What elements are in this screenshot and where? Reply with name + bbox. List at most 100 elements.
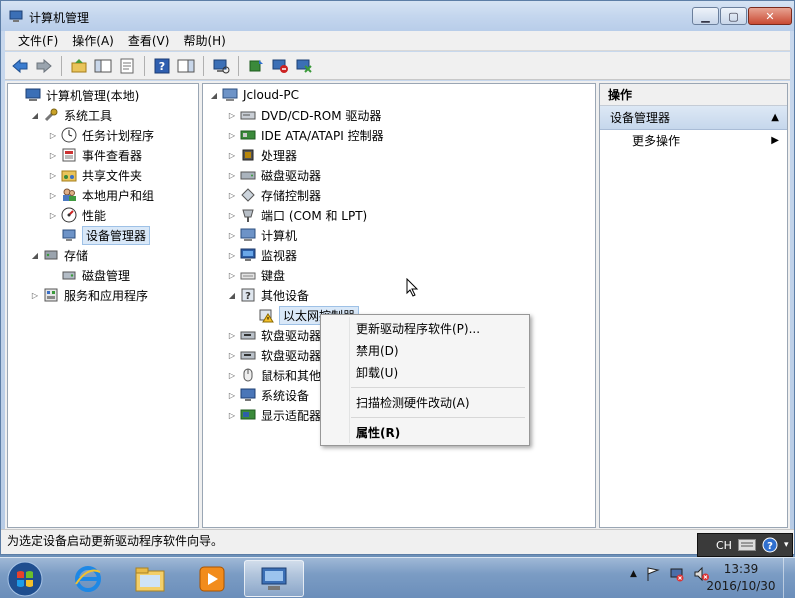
device-category-label: 软盘驱动器: [261, 328, 322, 343]
collapse-arrow-icon[interactable]: ◢: [30, 245, 40, 265]
expand-arrow-icon[interactable]: ▷: [30, 285, 40, 305]
show-tree-icon[interactable]: [92, 55, 114, 77]
device-category[interactable]: ▷ 磁盘驱动器: [227, 165, 321, 185]
more-actions-item[interactable]: 更多操作 ▶: [600, 130, 787, 152]
ime-language[interactable]: CH: [716, 539, 732, 552]
clock[interactable]: 13:39 2016/10/30: [706, 561, 776, 595]
expand-arrow-icon[interactable]: ▷: [227, 365, 237, 385]
console-tree-pane[interactable]: 计算机管理(本地) ◢ 系统工具 ▷ 任务计划程序 ▷ 事件查看器 ▷ 共享文件夹 ▷ 本地用户和组…: [7, 83, 199, 528]
help-icon[interactable]: ?: [762, 537, 778, 553]
menu-help[interactable]: 帮助(H): [176, 32, 232, 49]
uninstall-device-icon[interactable]: [293, 55, 315, 77]
expand-arrow-icon[interactable]: ▷: [227, 405, 237, 425]
taskbar-media-player[interactable]: [182, 560, 242, 597]
tree-item[interactable]: ▷ 任务计划程序: [48, 125, 154, 145]
keyboard-icon[interactable]: [737, 539, 756, 551]
tree-item[interactable]: 设备管理器: [48, 225, 151, 245]
collapse-arrow-icon[interactable]: ◢: [227, 285, 237, 305]
taskbar-explorer[interactable]: [120, 560, 180, 597]
device-tree-pane[interactable]: ◢ Jcloud-PC ▷ DVD/CD-ROM 驱动器 ▷ IDE ATA/ATAP…: [202, 83, 596, 528]
language-bar[interactable]: CH ? ▾: [697, 533, 793, 557]
expand-arrow-icon[interactable]: ▷: [227, 125, 237, 145]
collapse-arrow-icon[interactable]: ◢: [209, 85, 219, 105]
tree-item-label: 本地用户和组: [82, 188, 155, 203]
device-category[interactable]: ▷ 存储控制器: [227, 185, 321, 205]
collapse-triangle-icon[interactable]: ▲: [771, 106, 779, 130]
device-category[interactable]: ▷ IDE ATA/ATAPI 控制器: [227, 125, 384, 145]
tree-item[interactable]: ▷ 服务和应用程序: [30, 285, 148, 305]
device-category[interactable]: ▷ 软盘驱动器: [227, 345, 321, 365]
device-category[interactable]: ▷ 键盘: [227, 265, 285, 285]
expand-arrow-icon[interactable]: ▷: [227, 185, 237, 205]
options-arrow-icon[interactable]: ▾: [784, 540, 789, 550]
disable-device-icon[interactable]: [269, 55, 291, 77]
expand-arrow-icon[interactable]: ▷: [227, 245, 237, 265]
show-desktop-button[interactable]: [783, 558, 795, 598]
menu-view[interactable]: 查看(V): [121, 32, 177, 49]
collapse-arrow-icon[interactable]: ◢: [30, 105, 40, 125]
start-button[interactable]: [2, 559, 48, 598]
users-icon: [63, 188, 76, 201]
expand-arrow-icon[interactable]: ▷: [227, 105, 237, 125]
context-menu-item[interactable]: 禁用(D): [323, 340, 527, 362]
expand-arrow-icon[interactable]: ▷: [48, 165, 58, 185]
tree-item[interactable]: ◢ 存储: [30, 245, 88, 265]
tree-item[interactable]: ▷ 性能: [48, 205, 106, 225]
device-category[interactable]: ▷ 软盘驱动器: [227, 325, 321, 345]
close-button[interactable]: ✕: [748, 7, 792, 25]
back-arrow-icon[interactable]: [9, 55, 31, 77]
device-category[interactable]: ▷ 监视器: [227, 245, 297, 265]
update-driver-icon[interactable]: [245, 55, 267, 77]
expand-arrow-icon[interactable]: ▷: [227, 265, 237, 285]
expand-arrow-icon[interactable]: ▷: [48, 185, 58, 205]
device-category[interactable]: ▷ DVD/CD-ROM 驱动器: [227, 105, 382, 125]
computer-icon: [222, 88, 238, 101]
action-center-flag-icon[interactable]: [645, 566, 661, 582]
expand-arrow-icon[interactable]: ▷: [227, 165, 237, 185]
expand-arrow-icon[interactable]: ▷: [227, 345, 237, 365]
taskbar-computer-management[interactable]: [244, 560, 304, 597]
expand-arrow-icon[interactable]: ▷: [227, 145, 237, 165]
menu-file[interactable]: 文件(F): [11, 32, 65, 49]
minimize-button[interactable]: ▁: [692, 7, 719, 25]
tree-item[interactable]: ▷ 共享文件夹: [48, 165, 142, 185]
expand-arrow-icon[interactable]: ▷: [48, 205, 58, 225]
help-icon[interactable]: ?: [151, 55, 173, 77]
expand-arrow-icon[interactable]: ▷: [227, 385, 237, 405]
device-category[interactable]: ▷ 计算机: [227, 225, 297, 245]
device-category[interactable]: ▷ 处理器: [227, 145, 297, 165]
menu-action[interactable]: 操作(A): [65, 32, 121, 49]
tree-item[interactable]: ▷ 事件查看器: [48, 145, 142, 165]
tree-item[interactable]: 计算机管理(本地): [12, 85, 139, 105]
device-category[interactable]: ▷ 端口 (COM 和 LPT): [227, 205, 367, 225]
title-bar[interactable]: 计算机管理 ▁ ▢ ✕: [1, 1, 794, 31]
tree-item[interactable]: 磁盘管理: [48, 265, 130, 285]
network-error-icon[interactable]: [669, 566, 685, 582]
clock-time: 13:39: [723, 562, 759, 576]
expand-arrow-icon[interactable]: ▷: [227, 205, 237, 225]
scan-hardware-icon[interactable]: [210, 55, 232, 77]
expand-arrow-icon[interactable]: ▷: [48, 125, 58, 145]
up-folder-icon[interactable]: [68, 55, 90, 77]
device-category[interactable]: ▷ 显示适配器: [227, 405, 321, 425]
maximize-button[interactable]: ▢: [720, 7, 747, 25]
device-category[interactable]: ▷ 鼠标和其他: [227, 365, 321, 385]
device-category[interactable]: ▷ 系统设备: [227, 385, 309, 405]
context-menu-item[interactable]: 卸载(U): [323, 362, 527, 384]
context-menu-item[interactable]: 扫描检测硬件改动(A): [323, 392, 527, 414]
expand-arrow-icon[interactable]: ▷: [227, 325, 237, 345]
expand-arrow-icon[interactable]: ▷: [227, 225, 237, 245]
context-menu-item[interactable]: 属性(R): [323, 422, 527, 444]
tree-item[interactable]: ◢ 系统工具: [30, 105, 112, 125]
show-hidden-icons[interactable]: ▲: [630, 569, 637, 579]
tree-item[interactable]: ▷ 本地用户和组: [48, 185, 154, 205]
properties-icon[interactable]: [116, 55, 138, 77]
context-menu-item[interactable]: 更新驱动程序软件(P)...: [323, 318, 527, 340]
show-action-icon[interactable]: [175, 55, 197, 77]
taskbar-ie[interactable]: [58, 560, 118, 597]
device-category[interactable]: ◢? 其他设备: [227, 285, 309, 305]
expand-arrow-icon[interactable]: ▷: [48, 145, 58, 165]
actions-group-device-manager[interactable]: 设备管理器 ▲: [600, 106, 787, 130]
device-tree-root[interactable]: ◢ Jcloud-PC: [209, 85, 299, 105]
forward-arrow-icon[interactable]: [33, 55, 55, 77]
